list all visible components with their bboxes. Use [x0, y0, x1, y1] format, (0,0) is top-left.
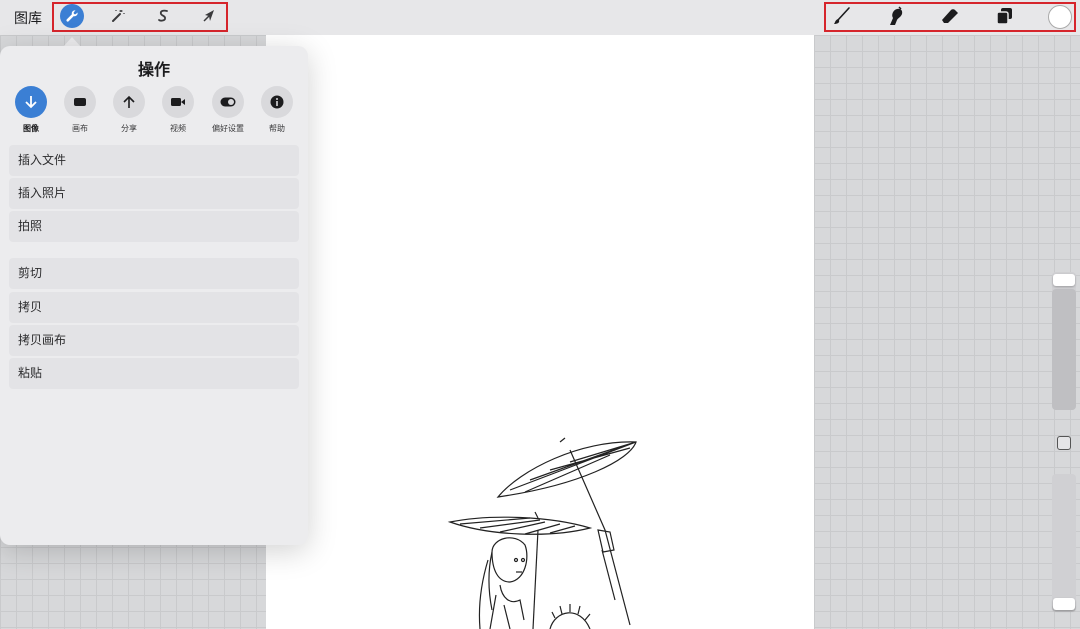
menu-paste[interactable]: 粘贴 — [9, 358, 299, 389]
opacity-thumb[interactable] — [1053, 598, 1075, 610]
selection-s-icon — [158, 9, 168, 22]
tab-label: 帮助 — [269, 124, 285, 133]
adjustments-button[interactable] — [106, 4, 130, 28]
menu-copy[interactable]: 拷贝 — [9, 292, 299, 323]
menu-cut[interactable]: 剪切 — [9, 258, 299, 289]
tab-label: 偏好设置 — [212, 124, 244, 133]
magic-wand-icon — [112, 10, 125, 22]
actions-button[interactable] — [60, 4, 84, 28]
actions-popover: 操作 图像 画布 分享 视频 偏好设置 帮助 插入文件 插入照片 拍照 剪切 拷… — [0, 46, 308, 545]
menu-insert-photo[interactable]: 插入照片 — [9, 178, 299, 209]
toggle-icon — [220, 97, 236, 107]
transform-button[interactable] — [197, 4, 221, 28]
color-circle-icon — [1048, 5, 1072, 29]
tab-share[interactable]: 分享 — [109, 86, 149, 134]
menu-take-photo[interactable]: 拍照 — [9, 211, 299, 242]
umbrella-sketch-artwork — [447, 437, 637, 629]
layers-button[interactable] — [993, 4, 1017, 28]
video-camera-icon — [171, 98, 185, 106]
menu-insert-file[interactable]: 插入文件 — [9, 145, 299, 176]
canvas-background-right — [814, 35, 1080, 629]
eraser-button[interactable] — [938, 4, 962, 28]
selection-button[interactable] — [151, 4, 175, 28]
brush-size-slider[interactable] — [1052, 272, 1076, 410]
tab-label: 画布 — [72, 124, 88, 133]
modify-button[interactable] — [1057, 436, 1071, 450]
tab-label: 图像 — [23, 124, 39, 133]
top-toolbar: 图库 — [0, 0, 1080, 35]
tab-label: 视频 — [170, 124, 186, 133]
canvas-rect-icon — [74, 98, 86, 106]
brush-button[interactable] — [830, 4, 854, 28]
tab-label: 分享 — [121, 124, 137, 133]
tab-help[interactable]: 帮助 — [257, 86, 297, 134]
arrow-up-icon — [123, 95, 135, 108]
arrow-down-icon — [25, 96, 37, 109]
brush-size-fill — [1052, 289, 1076, 410]
eraser-icon — [942, 9, 958, 23]
gallery-button[interactable]: 图库 — [14, 8, 42, 28]
opacity-slider[interactable] — [1052, 474, 1076, 612]
layers-icon — [996, 8, 1012, 25]
smudge-button[interactable] — [884, 4, 908, 28]
menu-copy-canvas[interactable]: 拷贝画布 — [9, 325, 299, 356]
wrench-icon — [66, 10, 78, 22]
paintbrush-icon — [834, 7, 850, 24]
popover-title: 操作 — [137, 60, 170, 79]
color-button[interactable] — [1048, 5, 1072, 29]
smudge-finger-icon — [890, 6, 903, 25]
arrow-cursor-icon — [203, 10, 214, 22]
brush-size-thumb[interactable] — [1053, 274, 1075, 286]
tab-image[interactable]: 图像 — [11, 86, 51, 134]
tab-canvas[interactable]: 画布 — [60, 86, 100, 134]
info-icon — [270, 95, 284, 109]
tab-video[interactable]: 视频 — [158, 86, 198, 134]
tab-preferences[interactable]: 偏好设置 — [208, 86, 248, 134]
